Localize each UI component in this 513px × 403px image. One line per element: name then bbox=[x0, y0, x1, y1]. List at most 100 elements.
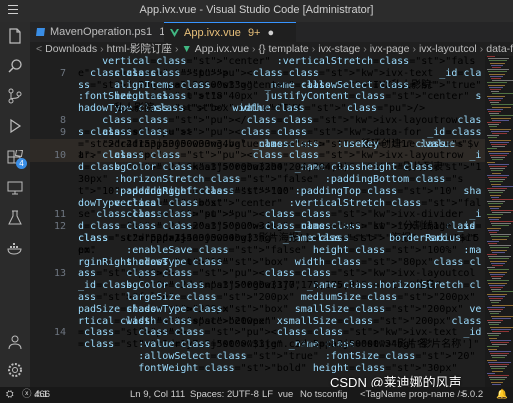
code-editor[interactable]: vertical=class="st">"center" :verticalSt… bbox=[30, 56, 485, 387]
minimap-line bbox=[489, 73, 505, 75]
minimap-line bbox=[487, 240, 499, 242]
code-line[interactable]: bgColor=class="st">"rgba(177,175,175,0)"… bbox=[30, 280, 485, 303]
code-line[interactable]: 8 class=class="st">"pu"></class=class="s… bbox=[30, 115, 485, 138]
minimap-line bbox=[488, 348, 497, 350]
language-mode[interactable]: vue bbox=[278, 387, 293, 403]
minimap-line bbox=[491, 289, 501, 291]
code-line[interactable]: c2dr4f1a3j50000w33ng.valueclass="st">" :… bbox=[30, 139, 485, 162]
problems-indicator[interactable]: ⓧ 466 ⚠ 1 bbox=[22, 387, 50, 403]
extensions-button[interactable]: 4 bbox=[0, 148, 30, 170]
code-line[interactable]: alignItems=class="st">"center" :allowSel… bbox=[30, 80, 485, 103]
minimap-line bbox=[491, 302, 499, 304]
code-line[interactable]: shadowType=class="st">"box" width=class=… bbox=[30, 257, 485, 280]
notifications-icon[interactable]: 🔔 bbox=[496, 387, 508, 403]
end-of-line[interactable]: LF bbox=[262, 387, 273, 403]
line-number: 13 bbox=[53, 268, 66, 280]
minimap-line bbox=[492, 238, 507, 240]
tab-label: MavenOperation.ps1 bbox=[50, 26, 153, 38]
minimap-line bbox=[492, 93, 513, 95]
code-line[interactable]: :value=class="st">"$item.c2dr5ppa3j50000… bbox=[30, 339, 485, 351]
code-line[interactable]: vertical=class="st">"center" :verticalSt… bbox=[30, 56, 485, 79]
explorer-icon[interactable] bbox=[7, 28, 23, 44]
remote-explorer-icon[interactable] bbox=[7, 180, 23, 196]
vue-file-icon bbox=[170, 29, 179, 37]
code-line[interactable]: c2dr5ppa3j50000w34bg['影片海报']class="st">"… bbox=[30, 233, 485, 256]
settings-gear-icon[interactable] bbox=[7, 362, 23, 378]
code-text[interactable]: 私人影院class="st">" width="class="st">"clas… bbox=[78, 103, 483, 115]
minimap-line bbox=[492, 67, 501, 68]
cursor-position[interactable]: Ln 9, Col 111 bbox=[130, 387, 185, 403]
close-icon[interactable]: ● bbox=[268, 27, 275, 39]
minimap-line bbox=[489, 139, 511, 141]
minimap-line bbox=[491, 249, 507, 251]
tab-app-ivx-vue[interactable]: App.ivx.vue 9+ ● bbox=[164, 22, 296, 42]
tab-maven-operation[interactable]: MavenOperation.ps1 1 bbox=[30, 22, 178, 42]
code-line[interactable]: width=class="st">"200px" xsmallSize=clas… bbox=[30, 316, 485, 339]
minimap-line bbox=[492, 159, 503, 161]
code-line[interactable]: :horizonStretch=class="st">"false" :padd… bbox=[30, 174, 485, 197]
breadcrumb-item[interactable]: App.ivx.vue bbox=[195, 43, 249, 55]
code-line[interactable]: :enableSave=class="st">"false" height=cl… bbox=[30, 245, 485, 268]
account-icon[interactable] bbox=[7, 334, 23, 350]
code-line[interactable]: largeSize=class="st">"200px" mediumSize=… bbox=[30, 292, 485, 315]
run-debug-icon[interactable] bbox=[7, 118, 23, 134]
breadcrumb-item[interactable]: {} template bbox=[259, 43, 309, 55]
minimap-line bbox=[492, 225, 509, 227]
minimap-line bbox=[492, 133, 507, 134]
ts-version[interactable]: 5.0.2 bbox=[462, 387, 483, 403]
breadcrumb-item[interactable]: html-影院订座 bbox=[107, 43, 172, 55]
code-line[interactable]: 11 class=class="st">"pu"><class=class="s… bbox=[30, 209, 485, 244]
minimap-line bbox=[491, 144, 507, 145]
code-line[interactable]: 私人影院class="st">" width="class="st">"clas… bbox=[30, 103, 485, 115]
minimap-line bbox=[490, 234, 511, 236]
minimap-line bbox=[490, 260, 507, 262]
minimap-line bbox=[489, 350, 511, 352]
code-text[interactable]: :allowSelect=class="st">"true" :fontSize… bbox=[78, 351, 483, 363]
minimap-line bbox=[487, 148, 497, 150]
breadcrumb-item[interactable]: ivx-layoutcol bbox=[419, 43, 477, 55]
code-line[interactable]: 12 class=class="st">"pu"><class=class="s… bbox=[30, 221, 485, 256]
breadcrumb-item[interactable]: Downloads bbox=[45, 43, 97, 55]
code-line[interactable]: vertical=class="st">"center" :verticalSt… bbox=[30, 198, 485, 221]
breadcrumb-item[interactable]: ivx-page bbox=[370, 43, 410, 55]
code-line[interactable]: :allowSelect=class="st">"true" :fontSize… bbox=[30, 351, 485, 363]
minimap-line bbox=[492, 199, 513, 200]
code-line[interactable]: shadowType=class="st">"box" smallSize=cl… bbox=[30, 304, 485, 327]
indentation[interactable]: Spaces: 2 bbox=[190, 387, 232, 403]
minimap-line bbox=[489, 232, 497, 233]
minimap-line bbox=[492, 80, 513, 82]
code-line[interactable]: 10 class=class="st">"pu"><class=class="s… bbox=[30, 150, 485, 173]
docker-icon[interactable] bbox=[7, 240, 23, 256]
minimap-line bbox=[489, 192, 503, 194]
activity-bar: 4 bbox=[0, 22, 30, 387]
encoding[interactable]: UTF-8 bbox=[232, 387, 259, 403]
minimap-line bbox=[489, 271, 507, 273]
code-line[interactable]: 9 class=class="st">"pu"><class=class="st… bbox=[30, 127, 485, 162]
minimap[interactable] bbox=[485, 56, 513, 387]
minimap-line bbox=[489, 86, 503, 88]
minimap-line bbox=[489, 60, 507, 62]
minimap-line bbox=[490, 115, 513, 117]
search-icon[interactable] bbox=[7, 58, 23, 74]
source-control-icon[interactable] bbox=[7, 88, 23, 104]
minimap-line bbox=[488, 137, 497, 139]
minimap-line bbox=[492, 119, 509, 121]
code-line[interactable]: height=class="st">"40px" justifyContent=… bbox=[30, 91, 485, 114]
code-line[interactable]: 7 class=class="st">"pu"><class=class="st… bbox=[30, 68, 485, 91]
tag-format[interactable]: <TagName prop-name /> bbox=[360, 387, 466, 403]
minimap-line bbox=[489, 258, 509, 260]
minimap-line bbox=[489, 218, 499, 220]
minimap-line bbox=[490, 168, 505, 170]
minimap-line bbox=[490, 379, 505, 381]
breadcrumb-item[interactable]: data-for bbox=[486, 43, 513, 55]
code-text[interactable]: :value=class="st">"$item.c2dr5ppa3j50000… bbox=[78, 339, 483, 351]
breadcrumb-item[interactable]: ivx-stage bbox=[318, 43, 360, 55]
remote-indicator-icon[interactable]: ⛭ bbox=[6, 387, 14, 403]
testing-icon[interactable] bbox=[7, 210, 23, 226]
code-line[interactable]: 13 class=class="st">"pu"><class=class="s… bbox=[30, 268, 485, 291]
minimap-line bbox=[490, 273, 505, 275]
code-line[interactable]: 14 class=class="st">"pu"><class=class="s… bbox=[30, 327, 485, 350]
code-line[interactable]: :paddingRight=class="st">"10" :paddingTo… bbox=[30, 186, 485, 209]
tsconfig-status[interactable]: No tsconfig bbox=[300, 387, 348, 403]
code-line[interactable]: bgColor=class="st">"rgba(204,204,204,0)"… bbox=[30, 162, 485, 185]
